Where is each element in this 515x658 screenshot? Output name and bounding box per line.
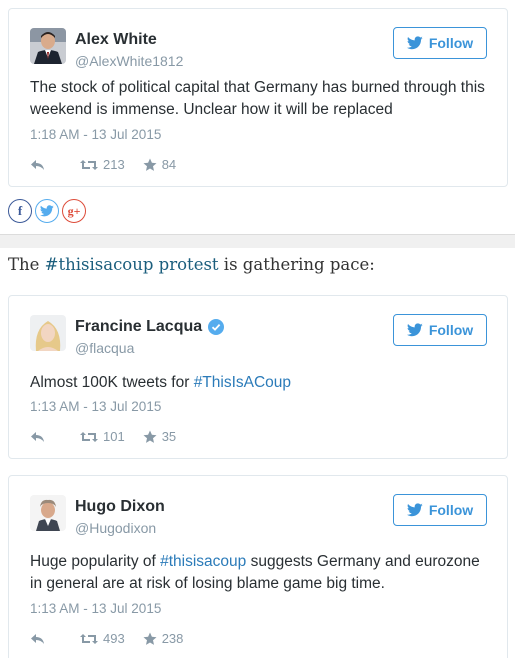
twitter-bird-icon [40, 205, 54, 217]
twitter-bird-icon [406, 503, 423, 517]
twitter-bird-icon [406, 36, 423, 50]
facebook-icon: f [17, 203, 23, 218]
avatar[interactable] [30, 28, 66, 64]
favorite-count: 84 [161, 157, 177, 172]
author-name[interactable]: Alex White [75, 31, 157, 49]
reply-icon [31, 159, 44, 170]
author-name[interactable]: Hugo Dixon [75, 498, 165, 516]
star-icon [143, 158, 157, 171]
article-paragraph: The #thisisacoup protest is gathering pa… [8, 255, 375, 274]
googleplus-icon: g+ [67, 203, 81, 218]
hashtag-link[interactable]: #ThisIsACoup [194, 374, 291, 391]
follow-button[interactable]: Follow [393, 27, 487, 59]
googleplus-share-button[interactable]: g+ [62, 199, 86, 223]
tweet-text: Huge popularity of #thisisacoup suggests… [30, 553, 480, 592]
author-handle[interactable]: @AlexWhite1812 [75, 53, 183, 69]
reply-button[interactable] [30, 431, 46, 443]
tweet-text: The stock of political capital that Germ… [30, 79, 485, 118]
timestamp[interactable]: 1:18 AM - 13 Jul 2015 [30, 127, 161, 142]
star-icon [143, 632, 157, 645]
verified-badge-icon [208, 319, 225, 335]
avatar[interactable] [30, 495, 66, 531]
reply-button[interactable] [30, 633, 46, 645]
retweet-icon [80, 431, 98, 442]
tweet-actions: 101 35 [30, 429, 194, 444]
author-handle[interactable]: @flacqua [75, 340, 134, 356]
favorite-count: 35 [161, 429, 177, 444]
favorite-button[interactable]: 84 [143, 157, 176, 172]
retweet-icon [80, 159, 98, 170]
retweet-count: 493 [103, 631, 125, 646]
author-handle[interactable]: @Hugodixon [75, 520, 156, 536]
tweet-actions: 493 238 [30, 631, 201, 646]
author-name[interactable]: Francine Lacqua [75, 318, 225, 336]
avatar[interactable] [30, 315, 66, 351]
retweet-icon [80, 633, 98, 644]
reply-icon [31, 633, 44, 644]
twitter-share-button[interactable] [35, 199, 59, 223]
twitter-bird-icon [406, 323, 423, 337]
timestamp[interactable]: 1:13 AM - 13 Jul 2015 [30, 601, 161, 616]
reply-button[interactable] [30, 159, 46, 171]
retweet-button[interactable]: 101 [80, 429, 125, 444]
retweet-button[interactable]: 213 [80, 157, 125, 172]
tweet-card: Francine Lacqua @flacqua Follow Almost 1… [8, 295, 508, 459]
tweet-text: Almost 100K tweets for #ThisIsACoup [30, 374, 292, 391]
tweet-card: Alex White @AlexWhite1812 Follow The sto… [8, 8, 508, 187]
share-buttons: f g+ [8, 199, 86, 223]
facebook-share-button[interactable]: f [8, 199, 32, 223]
star-icon [143, 430, 157, 443]
hashtag-link[interactable]: #thisisacoup [160, 553, 246, 570]
favorite-count: 238 [161, 631, 184, 646]
section-divider [0, 234, 515, 248]
tweet-card: Hugo Dixon @Hugodixon Follow Huge popula… [8, 475, 508, 658]
reply-icon [31, 431, 44, 442]
tweet-actions: 213 84 [30, 157, 194, 172]
favorite-button[interactable]: 238 [143, 631, 184, 646]
favorite-button[interactable]: 35 [143, 429, 176, 444]
timestamp[interactable]: 1:13 AM - 13 Jul 2015 [30, 399, 161, 414]
hashtag-link[interactable]: #thisisacoup protest [45, 255, 219, 274]
retweet-button[interactable]: 493 [80, 631, 125, 646]
follow-button[interactable]: Follow [393, 494, 487, 526]
follow-button[interactable]: Follow [393, 314, 487, 346]
retweet-count: 213 [103, 157, 125, 172]
retweet-count: 101 [103, 429, 125, 444]
